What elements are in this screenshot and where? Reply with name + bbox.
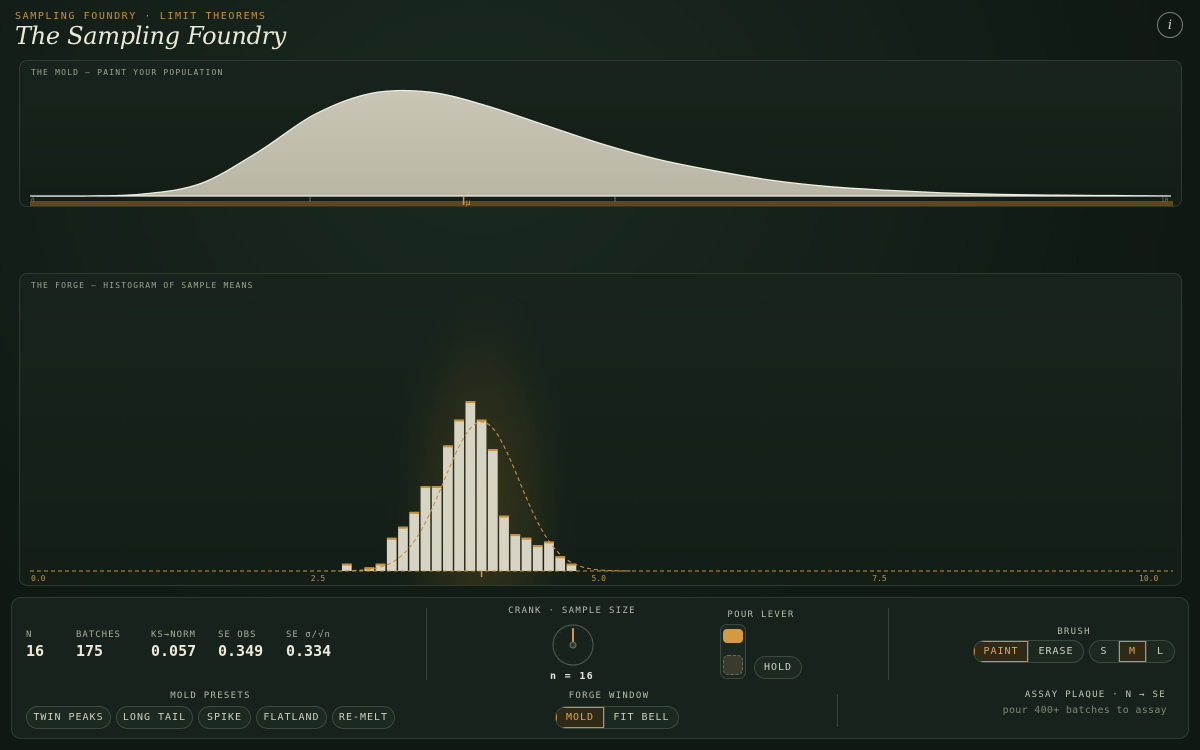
assay-plaque-note: pour 400+ batches to assay bbox=[1002, 705, 1167, 716]
brush-size-toggle[interactable]: S M L bbox=[1089, 640, 1175, 663]
preset-spike-button[interactable]: SPIKE bbox=[198, 706, 251, 729]
preset-re-melt-button[interactable]: RE-MELT bbox=[332, 706, 395, 729]
histogram-bar bbox=[454, 419, 464, 571]
histogram-bar bbox=[499, 515, 509, 571]
stat-se-obs-value: 0.349 bbox=[218, 642, 264, 660]
forge-panel-label: THE FORGE — HISTOGRAM OF SAMPLE MEANS bbox=[31, 281, 254, 290]
pour-lever-label: POUR LEVER bbox=[727, 610, 795, 620]
mold-rail bbox=[30, 201, 1173, 206]
svg-text:μ: μ bbox=[466, 198, 471, 207]
x-tick-label: 0.0 bbox=[31, 574, 46, 583]
crank-dial[interactable] bbox=[551, 623, 595, 667]
stat-batches-value: 175 bbox=[76, 642, 104, 660]
forge-window-mold-option[interactable]: MOLD bbox=[556, 707, 604, 728]
histogram-bar-cap bbox=[510, 534, 521, 537]
preset-twin-peaks-button[interactable]: TWIN PEAKS bbox=[26, 706, 111, 729]
preset-long-tail-button[interactable]: LONG TAIL bbox=[116, 706, 193, 729]
histogram-bar-cap bbox=[420, 486, 431, 488]
divider bbox=[426, 608, 427, 680]
histogram-bar-cap bbox=[465, 401, 476, 403]
histogram-bar-cap bbox=[409, 511, 420, 514]
stat-se-theory: SE σ/√n 0.334 bbox=[286, 630, 331, 660]
info-button[interactable]: i bbox=[1157, 12, 1183, 38]
histogram-bar-cap bbox=[487, 449, 498, 452]
stat-se-theory-value: 0.334 bbox=[286, 642, 332, 660]
histogram-bar-cap bbox=[532, 545, 543, 548]
presets-label: MOLD PRESETS bbox=[170, 691, 251, 701]
brush-size-s[interactable]: S bbox=[1090, 641, 1118, 662]
brush-label: BRUSH bbox=[1057, 627, 1091, 637]
histogram-bar bbox=[532, 545, 543, 571]
histogram-bar bbox=[465, 401, 476, 571]
control-console: N 16 BATCHES 175 KS→NORM 0.057 SE OBS 0.… bbox=[11, 597, 1189, 739]
x-tick-label: 7.5 bbox=[872, 574, 887, 583]
brush-erase-option[interactable]: ERASE bbox=[1028, 641, 1083, 662]
stat-se-obs-label: SE OBS bbox=[218, 630, 257, 640]
stat-n: N 16 bbox=[26, 630, 44, 660]
brush-mode-toggle[interactable]: PAINT ERASE bbox=[973, 640, 1084, 663]
stat-se-theory-label: SE σ/√n bbox=[286, 630, 331, 640]
histogram-bar-cap bbox=[375, 563, 386, 566]
histogram-bar bbox=[487, 449, 498, 571]
mu-marker: μ bbox=[462, 196, 471, 207]
histogram-bar-cap bbox=[398, 526, 408, 529]
page-title: The Sampling Foundry bbox=[15, 22, 287, 50]
crank-value: n = 16 bbox=[550, 671, 594, 682]
lever-handle[interactable] bbox=[723, 629, 743, 643]
histogram-bar bbox=[386, 537, 397, 571]
forge-window-toggle[interactable]: MOLD FIT BELL bbox=[555, 706, 679, 729]
divider bbox=[888, 608, 889, 680]
histogram-bar-cap bbox=[431, 486, 442, 488]
stat-n-value: 16 bbox=[26, 642, 45, 660]
x-tick-label: 2.5 bbox=[311, 574, 326, 583]
forge-window-fit-bell-option[interactable]: FIT BELL bbox=[604, 707, 678, 728]
stat-ks-label: KS→NORM bbox=[151, 630, 196, 640]
population-area bbox=[29, 89, 1172, 197]
mold-axis-max: 10 bbox=[1161, 197, 1169, 204]
x-tick-label: 10.0 bbox=[1139, 574, 1158, 583]
assay-plaque-title: ASSAY PLAQUE · N → SE bbox=[1024, 690, 1166, 700]
histogram-bar-cap bbox=[499, 515, 509, 518]
histogram-bar bbox=[544, 541, 554, 571]
hold-button[interactable]: HOLD bbox=[754, 656, 802, 679]
stat-batches-label: BATCHES bbox=[76, 630, 121, 640]
brush-size-l[interactable]: L bbox=[1146, 641, 1174, 662]
histogram-bar-cap bbox=[386, 537, 397, 540]
stat-se-obs: SE OBS 0.349 bbox=[218, 630, 263, 660]
mold-canvas[interactable]: 0 10 μ bbox=[20, 61, 1183, 208]
lever-slot bbox=[723, 655, 743, 675]
stat-ks-value: 0.057 bbox=[151, 642, 197, 660]
pour-lever[interactable] bbox=[720, 624, 746, 679]
forge-window-label: FORGE WINDOW bbox=[568, 691, 650, 701]
histogram-bar-cap bbox=[454, 419, 464, 422]
x-tick-label: 5.0 bbox=[592, 574, 607, 583]
stat-n-label: N bbox=[26, 630, 33, 640]
histogram-bar-cap bbox=[521, 537, 532, 540]
crank-label: CRANK · SAMPLE SIZE bbox=[508, 606, 636, 616]
histogram-bar-cap bbox=[443, 445, 453, 448]
histogram-bar bbox=[555, 556, 566, 571]
histogram-bar-cap bbox=[476, 419, 487, 422]
app-kicker: SAMPLING FOUNDRY · LIMIT THEOREMS bbox=[15, 11, 267, 22]
histogram-bar bbox=[398, 526, 408, 571]
divider bbox=[837, 694, 838, 727]
brush-size-m[interactable]: M bbox=[1118, 641, 1146, 662]
histogram-bar bbox=[510, 534, 521, 571]
mold-axis-min: 0 bbox=[31, 197, 35, 204]
mold-panel-label: THE MOLD — PAINT YOUR POPULATION bbox=[31, 68, 224, 77]
stat-ks-norm: KS→NORM 0.057 bbox=[151, 630, 196, 660]
preset-flatland-button[interactable]: FLATLAND bbox=[256, 706, 327, 729]
stat-batches: BATCHES 175 bbox=[76, 630, 121, 660]
histogram-bar-cap bbox=[341, 563, 352, 566]
forge-panel: THE FORGE — HISTOGRAM OF SAMPLE MEANS 0.… bbox=[19, 273, 1182, 586]
mold-panel[interactable]: THE MOLD — PAINT YOUR POPULATION 0 10 μ bbox=[19, 60, 1182, 207]
info-icon: i bbox=[1167, 17, 1173, 33]
histogram-bar bbox=[476, 419, 487, 571]
histogram-bar bbox=[521, 537, 532, 571]
forge-histogram: 0.0 2.5 5.0 7.5 10.0 bbox=[30, 276, 1173, 585]
brush-paint-option[interactable]: PAINT bbox=[974, 641, 1028, 662]
